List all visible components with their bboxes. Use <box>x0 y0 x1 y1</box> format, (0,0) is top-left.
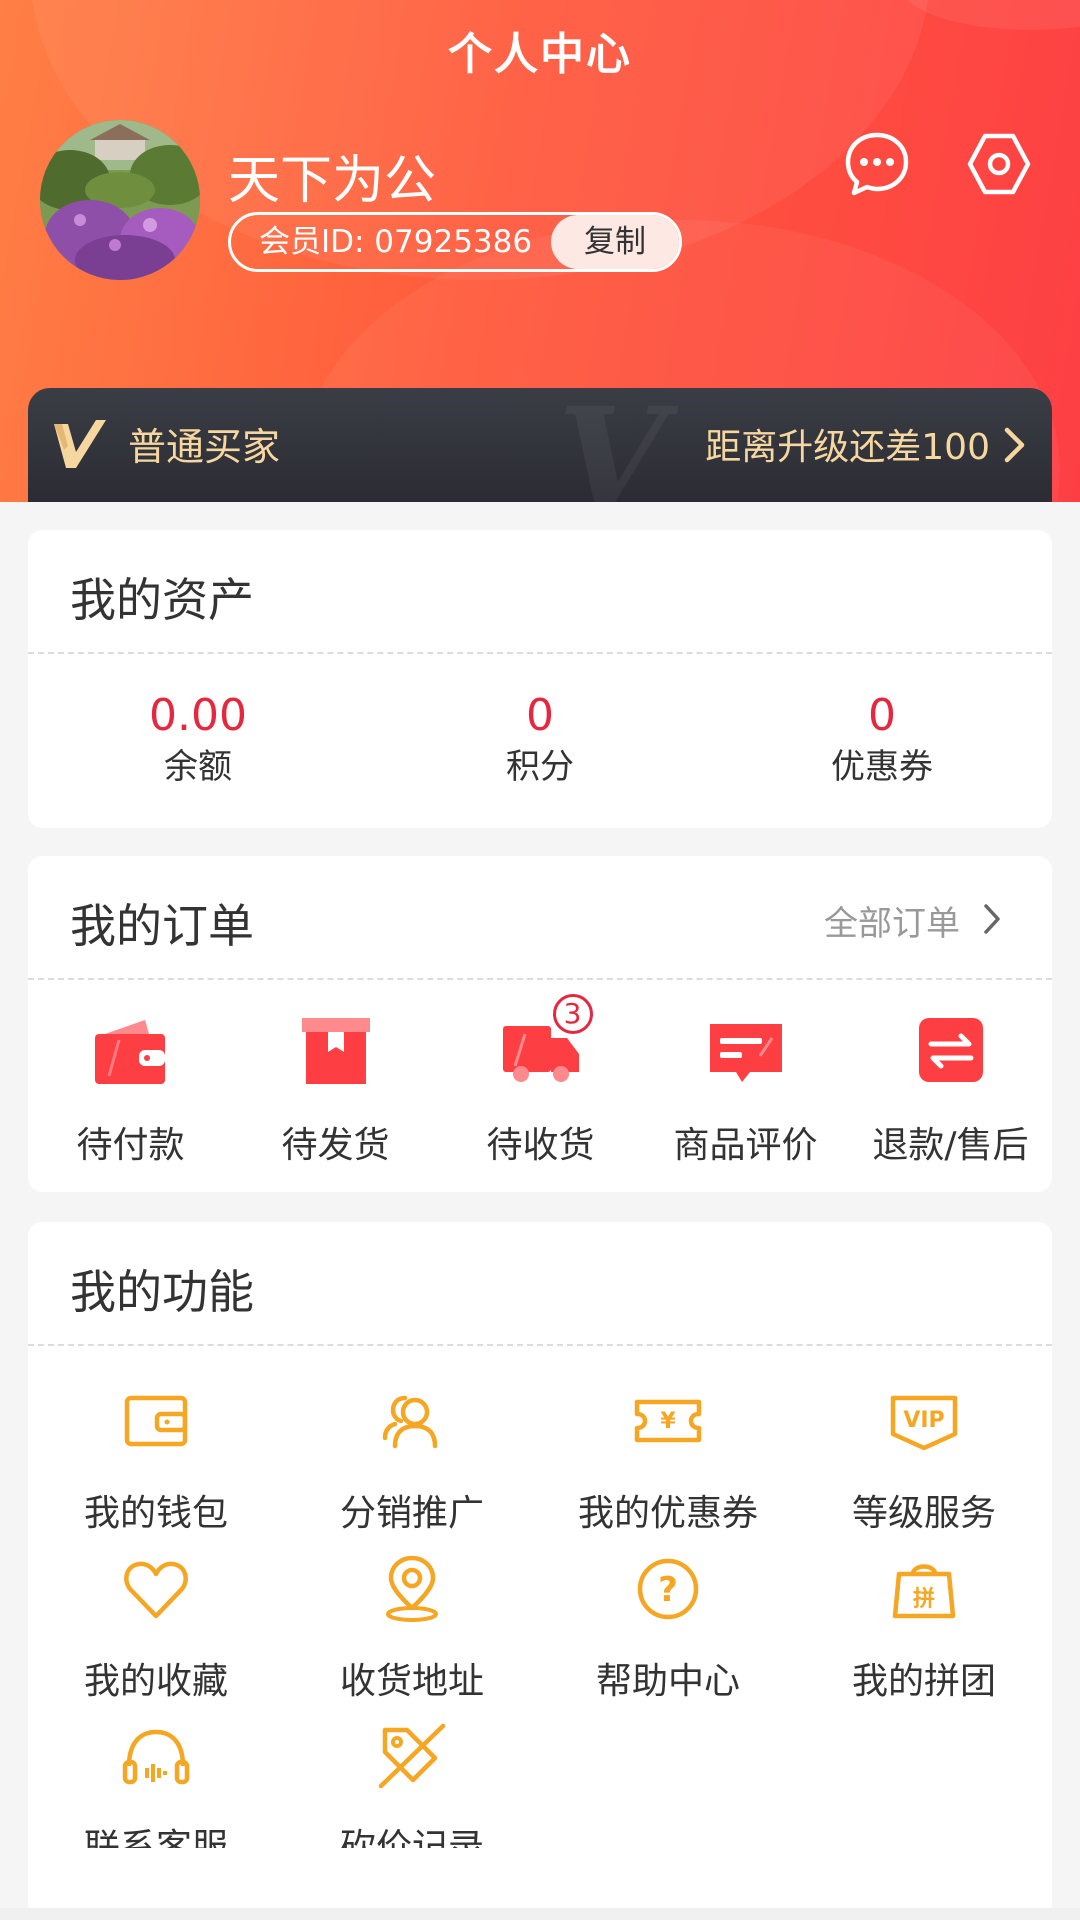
divider <box>28 652 1052 654</box>
wallet-outline-icon <box>124 1395 188 1447</box>
refund-icon <box>918 1018 983 1082</box>
function-label: 我的优惠券 <box>577 1493 758 1534</box>
all-orders-link[interactable]: 全部订单 <box>824 896 960 945</box>
help-icon: ? <box>637 1558 699 1620</box>
order-label: 商品评价 <box>673 1125 818 1166</box>
bottom-edge <box>0 1908 1080 1920</box>
orders-title: 我的订单 <box>70 899 254 953</box>
func-wallet[interactable]: 我的钱包 <box>28 1386 284 1536</box>
bargain-tag-icon <box>378 1723 446 1789</box>
upgrade-progress-text: 距离升级还差100 <box>705 427 990 468</box>
avatar[interactable] <box>40 120 200 280</box>
order-refund[interactable]: 退款/售后 <box>848 1016 1053 1168</box>
svg-text:拼: 拼 <box>913 1586 935 1612</box>
order-count-badge: 3 <box>552 994 593 1034</box>
headset-icon <box>122 1729 190 1785</box>
vip-logo-icon <box>54 420 106 468</box>
function-label: 砍价记录 <box>339 1827 484 1848</box>
orders-card: 我的订单 全部订单 待付款 待发货 3 待收货 商品评价 退款/售后 <box>28 856 1052 1192</box>
vip-icon: VIP <box>890 1395 958 1451</box>
location-icon <box>386 1555 438 1622</box>
heart-icon <box>124 1561 188 1619</box>
box-icon <box>301 1018 370 1084</box>
asset-balance[interactable]: 0.00 余额 <box>98 690 298 792</box>
functions-card: 我的功能 我的钱包 分销推广 ¥ 我的优惠券 VIP 等级服务 我的收藏 收货地… <box>28 1222 1052 1920</box>
coupons-label: 优惠券 <box>831 747 933 787</box>
assets-card: 我的资产 0.00 余额 0 积分 0 优惠券 <box>28 530 1052 828</box>
function-label: 收货地址 <box>339 1661 484 1702</box>
func-group-buy[interactable]: 拼 我的拼团 <box>796 1554 1052 1704</box>
points-value: 0 <box>526 690 554 741</box>
copy-id-button[interactable]: 复制 <box>551 215 679 269</box>
member-id-pill: 会员ID: 07925386 复制 <box>228 212 682 272</box>
vip-level-label: 普通买家 <box>128 425 281 469</box>
balance-label: 余额 <box>164 747 232 787</box>
asset-points[interactable]: 0 积分 <box>440 690 640 792</box>
balance-value: 0.00 <box>149 690 247 741</box>
settings-icon[interactable] <box>965 130 1033 198</box>
comment-icon <box>709 1024 782 1082</box>
message-icon[interactable] <box>843 130 911 198</box>
order-label: 退款/售后 <box>872 1125 1029 1166</box>
order-label: 待收货 <box>486 1125 595 1166</box>
function-label: 联系客服 <box>83 1827 228 1848</box>
member-id: 会员ID: 07925386 <box>259 224 533 260</box>
truck-icon-wrapper: 3 <box>501 994 593 1088</box>
group-buy-icon: 拼 <box>892 1564 956 1619</box>
coupon-icon: ¥ <box>634 1399 702 1443</box>
divider <box>28 978 1052 980</box>
order-review[interactable]: 商品评价 <box>643 1016 848 1168</box>
function-label: 分销推广 <box>339 1493 484 1534</box>
svg-text:VIP: VIP <box>903 1408 944 1433</box>
assets-title: 我的资产 <box>70 573 254 627</box>
chevron-right-icon <box>1004 427 1025 463</box>
func-customer-service[interactable]: 联系客服 <box>28 1722 284 1848</box>
function-label: 等级服务 <box>851 1493 996 1534</box>
page-title: 个人中心 <box>448 29 632 80</box>
points-label: 积分 <box>506 747 574 787</box>
chevron-right-icon[interactable] <box>982 902 1002 936</box>
func-favorites[interactable]: 我的收藏 <box>28 1554 284 1704</box>
users-icon <box>382 1395 438 1449</box>
func-coupons[interactable]: ¥ 我的优惠券 <box>540 1386 796 1536</box>
function-label: 我的钱包 <box>83 1493 228 1534</box>
function-label: 我的收藏 <box>83 1661 228 1702</box>
svg-text:?: ? <box>658 1570 678 1610</box>
vip-level-bar[interactable]: V 普通买家 距离升级还差100 <box>28 388 1052 502</box>
asset-coupons[interactable]: 0 优惠券 <box>782 690 982 792</box>
func-help[interactable]: ? 帮助中心 <box>540 1554 796 1704</box>
wallet-icon <box>94 1020 165 1084</box>
divider <box>28 1344 1052 1346</box>
order-pending-receipt[interactable]: 3 待收货 <box>438 994 643 1168</box>
functions-title: 我的功能 <box>70 1265 254 1319</box>
func-address[interactable]: 收货地址 <box>284 1554 540 1704</box>
order-label: 待发货 <box>281 1125 390 1166</box>
svg-text:¥: ¥ <box>660 1409 676 1434</box>
profile-header: 个人中心 天下为公 会员ID: 07925386 复制 V 普通买家 距离升级还… <box>0 0 1080 502</box>
function-label: 我的拼团 <box>851 1661 996 1702</box>
username: 天下为公 <box>228 151 437 211</box>
func-bargain[interactable]: 砍价记录 <box>284 1722 540 1848</box>
function-label: 帮助中心 <box>595 1661 740 1702</box>
coupons-value: 0 <box>868 690 896 741</box>
vip-watermark: V <box>558 388 667 502</box>
order-pending-shipment[interactable]: 待发货 <box>233 1016 438 1168</box>
func-level-service[interactable]: VIP 等级服务 <box>796 1386 1052 1536</box>
order-pending-payment[interactable]: 待付款 <box>28 1016 233 1168</box>
func-distribution[interactable]: 分销推广 <box>284 1386 540 1536</box>
order-label: 待付款 <box>76 1125 185 1166</box>
